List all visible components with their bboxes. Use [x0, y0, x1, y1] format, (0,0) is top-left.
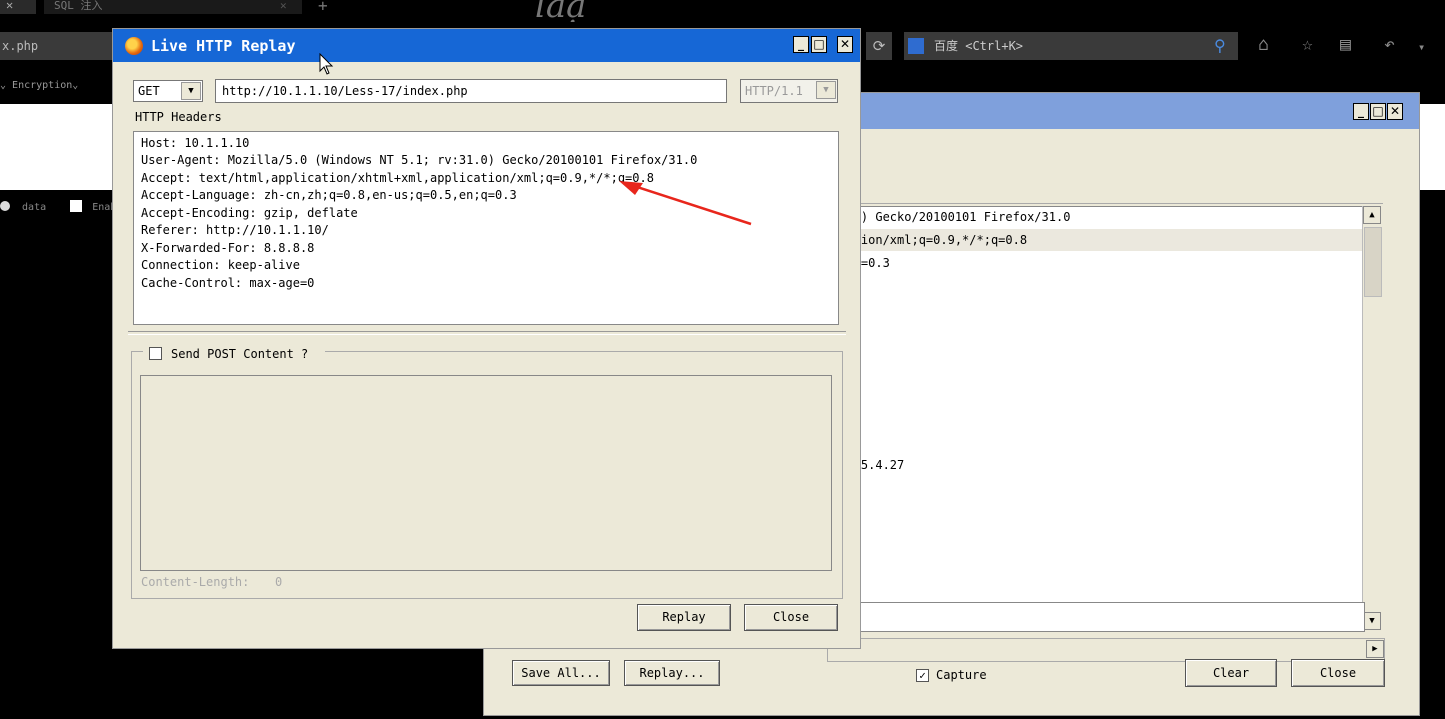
- post-data-option[interactable]: data Enab: [0, 200, 116, 213]
- header-line: Accept-Language: zh-cn,zh;q=0.8,en-us;q=…: [141, 188, 517, 202]
- close-window-button[interactable]: ✕: [1387, 103, 1403, 120]
- version-value: HTTP/1.1: [745, 84, 803, 98]
- close-window-button[interactable]: ✕: [837, 36, 853, 53]
- bookmark-star-icon[interactable]: ☆: [1302, 34, 1313, 55]
- address-text: x.php: [2, 39, 39, 53]
- url-value: http://10.1.1.10/Less-17/index.php: [222, 84, 468, 98]
- firefox-icon: [125, 37, 143, 55]
- header-line: Accept-Encoding: gzip, deflate: [141, 206, 358, 220]
- detail-box: [827, 602, 1365, 632]
- search-box[interactable]: 百度 <Ctrl+K> ⚲: [904, 32, 1238, 60]
- captured-headers-list[interactable]: 31.0) Gecko/20100101 Firefox/31.0 icatio…: [827, 206, 1365, 604]
- reload-icon[interactable]: ⟳: [866, 32, 892, 60]
- header-line: User-Agent: Mozilla/5.0 (Windows NT 5.1;…: [141, 153, 698, 167]
- chevron-down-icon[interactable]: ▼: [181, 82, 201, 100]
- chevron-down-icon[interactable]: ▾: [1418, 40, 1425, 54]
- browser-tab-sql[interactable]: SQL 注入 ✕: [44, 0, 302, 14]
- save-all-button[interactable]: Save All...: [512, 660, 610, 686]
- scroll-down-icon[interactable]: ▼: [1363, 612, 1381, 630]
- hackbar-encryption-menu[interactable]: ⌄ Encryption⌄: [0, 80, 78, 91]
- maximize-button[interactable]: □: [811, 36, 827, 53]
- url-input[interactable]: http://10.1.1.10/Less-17/index.php: [215, 79, 727, 103]
- list-line: ication/xml;q=0.9,*/*;q=0.8: [832, 233, 1028, 247]
- scroll-right-icon[interactable]: ▶: [1366, 640, 1384, 658]
- clear-button[interactable]: Clear: [1185, 659, 1277, 687]
- header-line: Connection: keep-alive: [141, 258, 300, 272]
- close-button[interactable]: Close: [744, 604, 838, 631]
- http-version-select[interactable]: HTTP/1.1 ▼: [740, 79, 838, 103]
- list-line: 31.0) Gecko/20100101 Firefox/31.0: [832, 210, 1071, 224]
- annotation-arrow: [619, 181, 752, 226]
- mouse-cursor-icon: [319, 53, 334, 75]
- close-button[interactable]: Close: [1291, 659, 1385, 687]
- minimize-button[interactable]: _: [1353, 103, 1369, 120]
- search-icon[interactable]: ⚲: [1214, 32, 1226, 60]
- scrollbar-thumb[interactable]: [1364, 227, 1382, 297]
- back-arrow-icon[interactable]: ↶: [1384, 34, 1395, 55]
- post-legend: Send POST Content ?: [143, 343, 325, 363]
- search-placeholder: 百度 <Ctrl+K>: [934, 39, 1024, 53]
- capture-label: Capture: [936, 668, 987, 682]
- close-tab-icon[interactable]: ✕: [6, 0, 13, 12]
- content-length-value: 0: [275, 575, 283, 589]
- content-length-label: Content-Length:: [141, 575, 250, 589]
- divider: [128, 331, 846, 335]
- list-header: [827, 185, 1383, 204]
- bookmarks-menu-icon[interactable]: ▤: [1340, 34, 1351, 55]
- headers-label: HTTP Headers: [135, 110, 222, 124]
- data-label: data: [22, 202, 47, 213]
- window-titlebar[interactable]: Live HTTP Replay _ □ ✕: [113, 29, 860, 62]
- method-value: GET: [138, 84, 160, 98]
- replay-button[interactable]: Replay: [637, 604, 731, 631]
- radio-icon[interactable]: [0, 201, 10, 211]
- send-post-label: Send POST Content ?: [171, 347, 309, 361]
- send-post-checkbox[interactable]: [149, 347, 162, 360]
- enable-checkbox[interactable]: [70, 200, 83, 212]
- baidu-icon: [908, 38, 924, 54]
- capture-checkbox[interactable]: ✓: [916, 669, 929, 682]
- minimize-button[interactable]: _: [793, 36, 809, 53]
- maximize-button[interactable]: □: [1370, 103, 1386, 120]
- home-icon[interactable]: ⌂: [1258, 34, 1269, 55]
- close-tab-icon[interactable]: ✕: [280, 0, 287, 12]
- tab-label: SQL 注入: [54, 0, 103, 12]
- live-http-replay-window: Live HTTP Replay _ □ ✕ GET ▼ http://10.1…: [112, 28, 861, 649]
- method-select[interactable]: GET ▼: [133, 80, 203, 102]
- scroll-up-icon[interactable]: ▲: [1363, 206, 1381, 224]
- header-line: Referer: http://10.1.1.10/: [141, 223, 329, 237]
- header-line: X-Forwarded-For: 8.8.8.8: [141, 241, 315, 255]
- replay-open-button[interactable]: Replay...: [624, 660, 720, 686]
- chevron-down-icon[interactable]: ▼: [816, 81, 836, 99]
- header-line: Cache-Control: max-age=0: [141, 276, 315, 290]
- post-content-textarea[interactable]: [140, 375, 832, 571]
- header-line: Accept: text/html,application/xhtml+xml,…: [141, 171, 654, 185]
- browser-tab[interactable]: ✕: [0, 0, 36, 14]
- hackbar-menu-label: Encryption: [12, 80, 73, 91]
- window-title: Live HTTP Replay: [151, 37, 296, 55]
- new-tab-icon[interactable]: +: [318, 0, 328, 15]
- address-bar[interactable]: x.php: [0, 32, 120, 60]
- header-line: Host: 10.1.1.10: [141, 136, 250, 150]
